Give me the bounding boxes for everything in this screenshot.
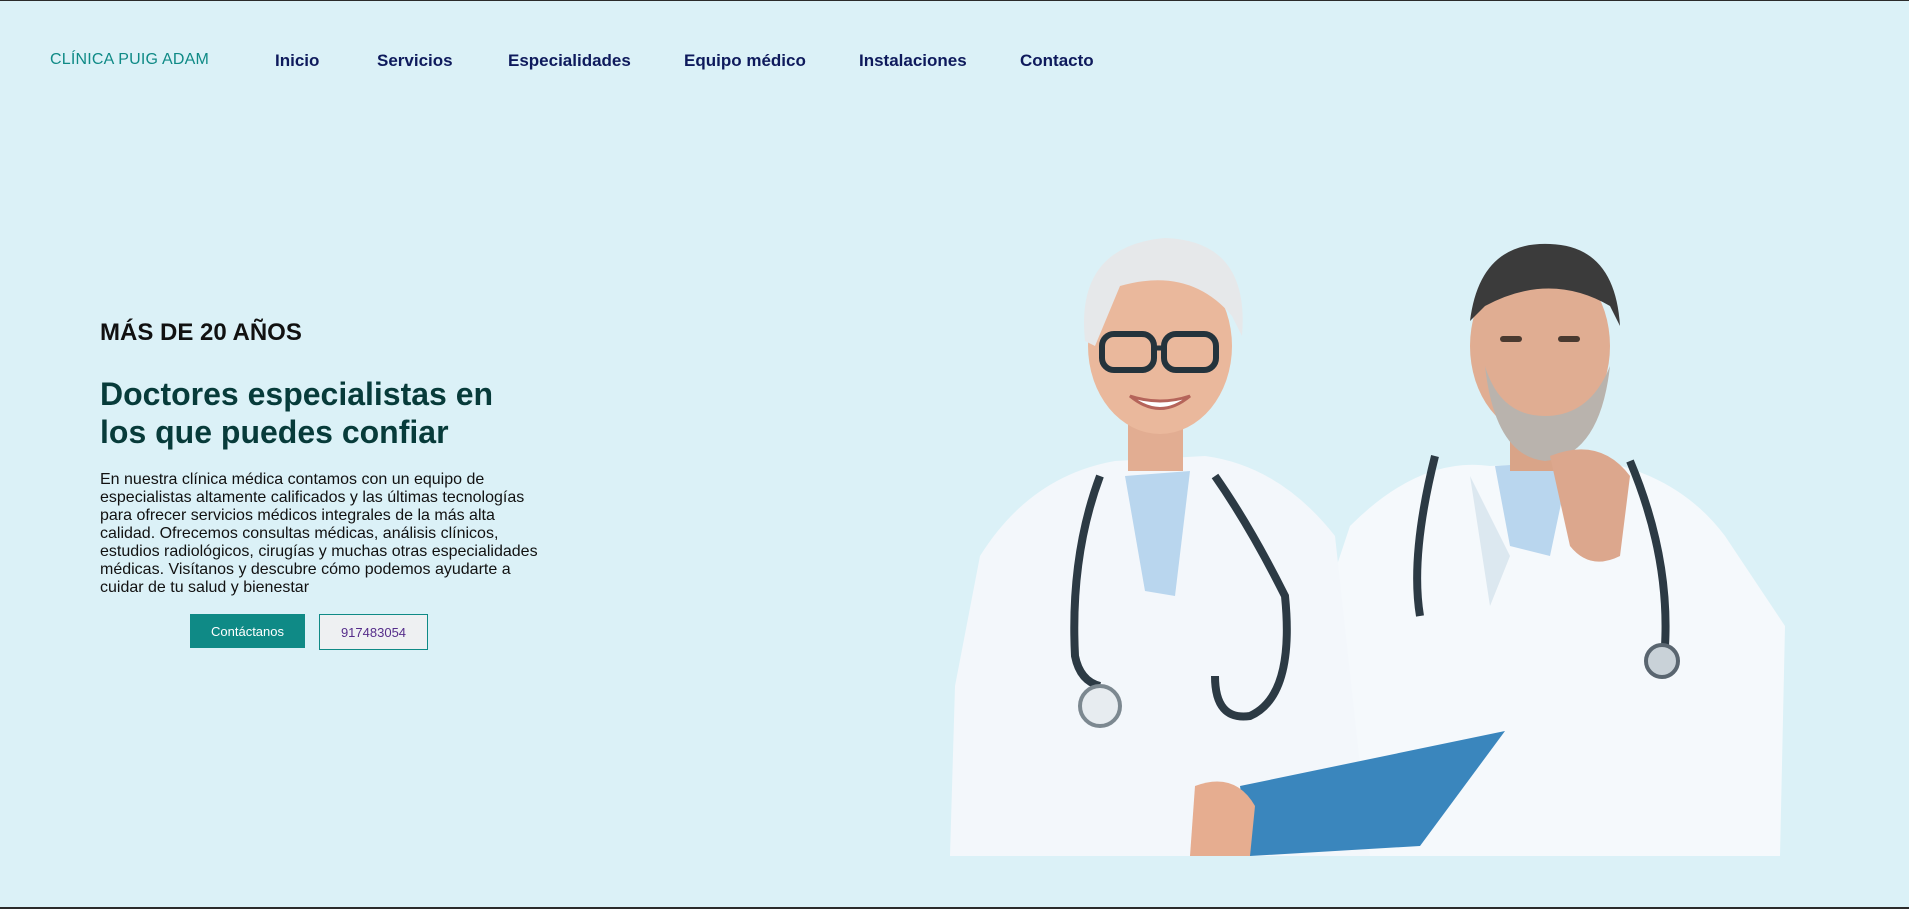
doctors-photo [950,226,1785,856]
nav-item-instalaciones[interactable]: Instalaciones [859,51,967,71]
top-nav: CLÍNICA PUIG ADAM Inicio Servicios Espec… [0,1,1909,121]
nav-item-contacto[interactable]: Contacto [1020,51,1094,71]
nav-item-equipo-medico[interactable]: Equipo médico [684,51,806,71]
phone-button[interactable]: 917483054 [319,614,428,650]
page: CLÍNICA PUIG ADAM Inicio Servicios Espec… [0,1,1909,907]
nav-item-servicios[interactable]: Servicios [377,51,453,71]
brand-logo-link[interactable]: CLÍNICA PUIG ADAM [50,51,209,69]
hero-kicker: MÁS DE 20 AÑOS [100,319,302,346]
hero-description: En nuestra clínica médica contamos con u… [100,471,538,596]
nav-item-inicio[interactable]: Inicio [275,51,319,71]
hero-headline: Doctores especialistas en los que puedes… [100,376,494,450]
nav-item-especialidades[interactable]: Especialidades [508,51,631,71]
hero-text: MÁS DE 20 AÑOS Doctores especialistas en… [100,319,550,597]
contact-button[interactable]: Contáctanos [190,614,305,648]
